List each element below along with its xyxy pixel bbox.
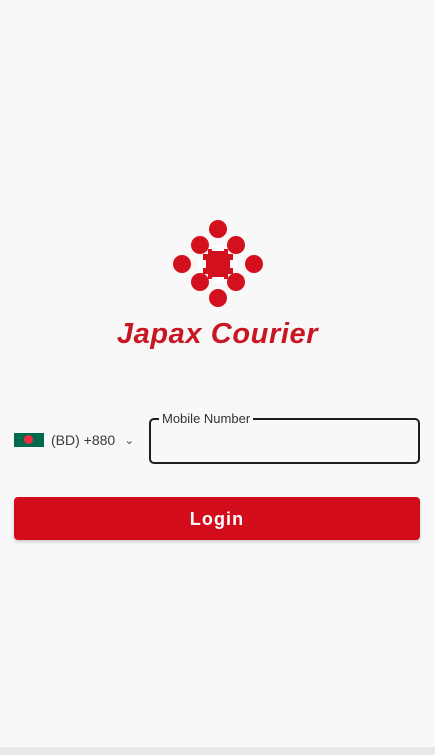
japax-logo-icon (172, 220, 263, 307)
bangladesh-flag-icon (14, 433, 44, 447)
login-button[interactable]: Login (14, 497, 420, 540)
phone-entry-row: (BD) +880 ⌄ Mobile Number (14, 411, 420, 466)
mobile-number-input[interactable] (161, 429, 413, 457)
mobile-number-field[interactable]: Mobile Number (149, 411, 420, 464)
bottom-system-bar (0, 747, 435, 755)
country-code-selector[interactable]: (BD) +880 ⌄ (14, 430, 134, 450)
country-code-label: (BD) +880 (51, 432, 116, 448)
brand-name: Japax Courier (116, 318, 319, 350)
dropdown-arrow-icon: ⌄ (124, 433, 135, 447)
login-screen: Japax Courier (BD) +880 ⌄ Mobile Number … (0, 0, 435, 755)
app-logo (0, 214, 435, 309)
mobile-number-label: Mobile Number (159, 411, 254, 426)
